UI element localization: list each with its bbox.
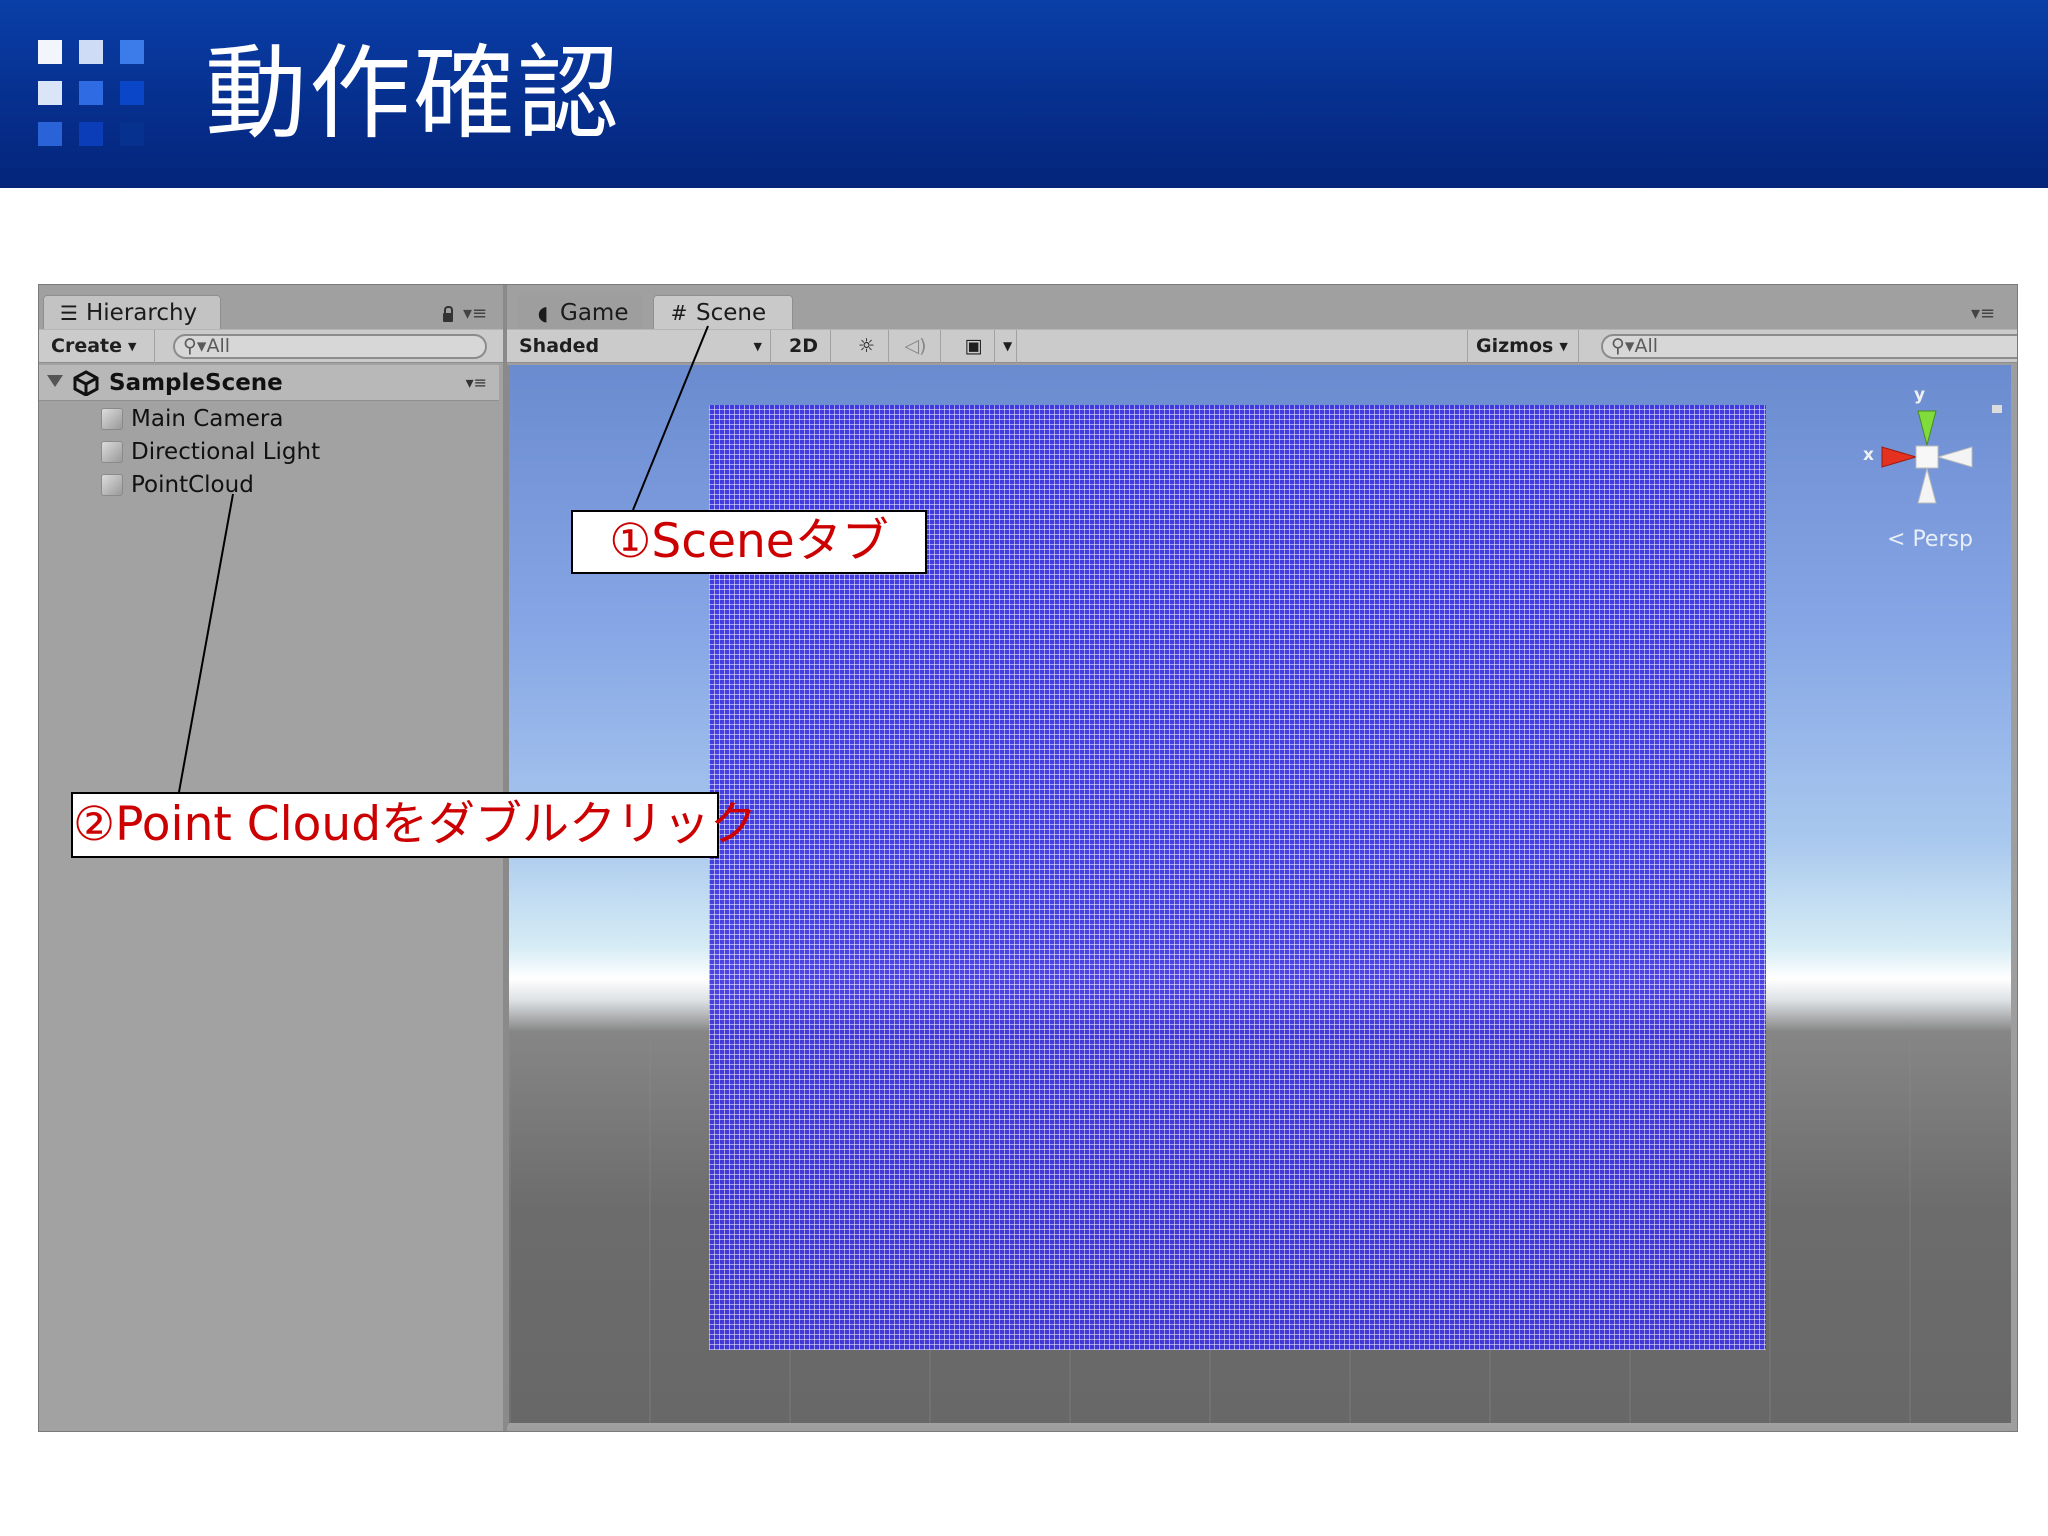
callout-scene-tab-text: ①Sceneタブ xyxy=(609,514,889,569)
callout-scene-tab: ①Sceneタブ xyxy=(571,510,927,574)
callout-pointcloud-text: ②Point Cloudをダブルクリック xyxy=(73,797,758,852)
pointcloud-leader-line xyxy=(178,493,234,793)
annotation-leader-lines xyxy=(178,325,709,793)
callout-pointcloud: ②Point Cloudをダブルクリック xyxy=(71,792,758,858)
scene-tab-leader-line xyxy=(632,325,709,511)
